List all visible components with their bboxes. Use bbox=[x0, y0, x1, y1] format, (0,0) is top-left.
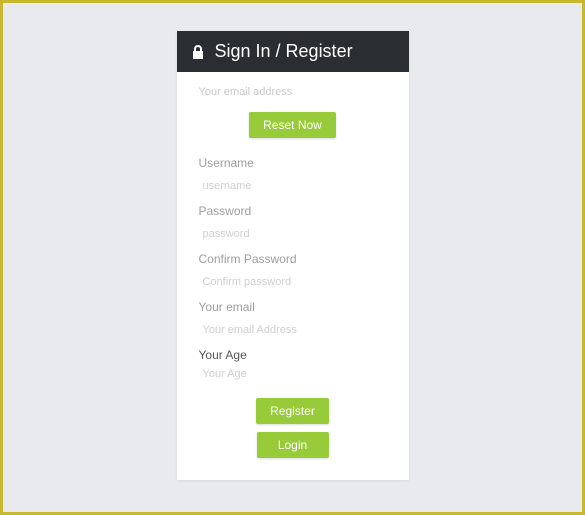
label-confirm-password: Confirm Password bbox=[199, 252, 387, 266]
input-password[interactable] bbox=[199, 226, 387, 242]
label-username: Username bbox=[199, 156, 387, 170]
auth-card: Sign In / Register Your email address Re… bbox=[177, 31, 409, 480]
field-email: Your email bbox=[199, 300, 387, 338]
reset-now-button[interactable]: Reset Now bbox=[249, 112, 336, 138]
input-username[interactable] bbox=[199, 178, 387, 194]
input-age[interactable] bbox=[199, 366, 387, 382]
field-username: Username bbox=[199, 156, 387, 194]
label-email: Your email bbox=[199, 300, 387, 314]
card-body: Your email address Reset Now Username Pa… bbox=[177, 72, 409, 480]
label-password: Password bbox=[199, 204, 387, 218]
field-confirm-password: Confirm Password bbox=[199, 252, 387, 290]
card-title: Sign In / Register bbox=[215, 41, 353, 62]
label-age: Your Age bbox=[199, 348, 387, 362]
register-button[interactable]: Register bbox=[256, 398, 329, 424]
lock-icon bbox=[191, 44, 205, 60]
reset-email-hint: Your email address bbox=[199, 86, 387, 98]
login-button[interactable]: Login bbox=[257, 432, 329, 458]
input-confirm-password[interactable] bbox=[199, 274, 387, 290]
form-actions: Register Login bbox=[199, 392, 387, 466]
field-age: Your Age bbox=[199, 348, 387, 382]
field-password: Password bbox=[199, 204, 387, 242]
card-header: Sign In / Register bbox=[177, 31, 409, 72]
input-email[interactable] bbox=[199, 322, 387, 338]
